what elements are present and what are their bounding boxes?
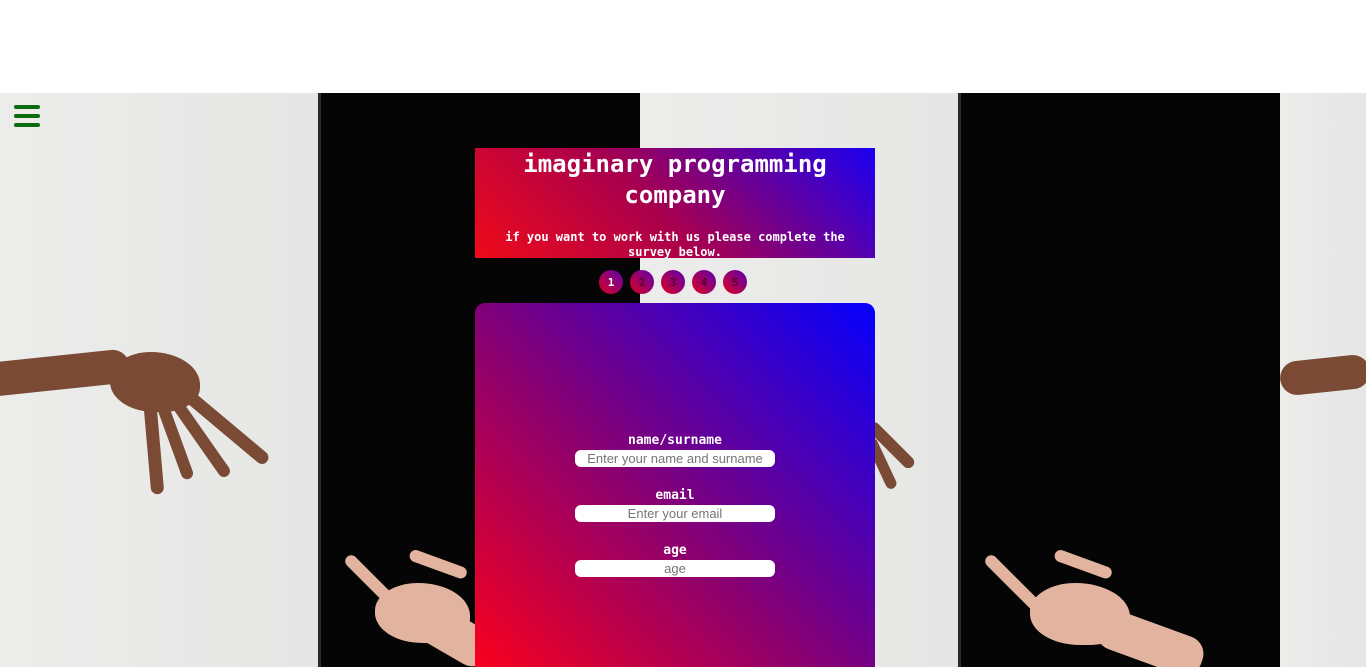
name-input[interactable] [575, 450, 775, 467]
reaching-hand-left [0, 348, 300, 508]
survey-form: name/surname email age [475, 303, 875, 667]
name-field-group: name/surname [475, 433, 875, 467]
page-subtitle: if you want to work with us please compl… [505, 230, 845, 259]
receiving-hand-right [982, 543, 1209, 667]
page-title: imaginary programming company [523, 150, 827, 209]
step-2[interactable]: 2 [630, 270, 654, 294]
age-field-group: age [475, 543, 875, 577]
step-indicator: 1 2 3 4 5 [599, 270, 747, 294]
age-label: age [663, 543, 687, 558]
age-input[interactable] [575, 560, 775, 577]
reaching-hand-edge [1278, 348, 1366, 418]
step-3[interactable]: 3 [661, 270, 685, 294]
email-label: email [655, 488, 695, 503]
step-4[interactable]: 4 [692, 270, 716, 294]
email-field-group: email [475, 488, 875, 522]
receiving-hand-left [342, 543, 499, 667]
step-5[interactable]: 5 [723, 270, 747, 294]
email-input[interactable] [575, 505, 775, 522]
hamburger-menu-icon[interactable] [14, 105, 41, 127]
name-label: name/surname [628, 433, 722, 448]
step-1[interactable]: 1 [599, 270, 623, 294]
reaching-hand-right [865, 408, 950, 508]
top-bar [0, 0, 1366, 93]
header-banner: imaginary programming company if you wan… [475, 148, 875, 259]
